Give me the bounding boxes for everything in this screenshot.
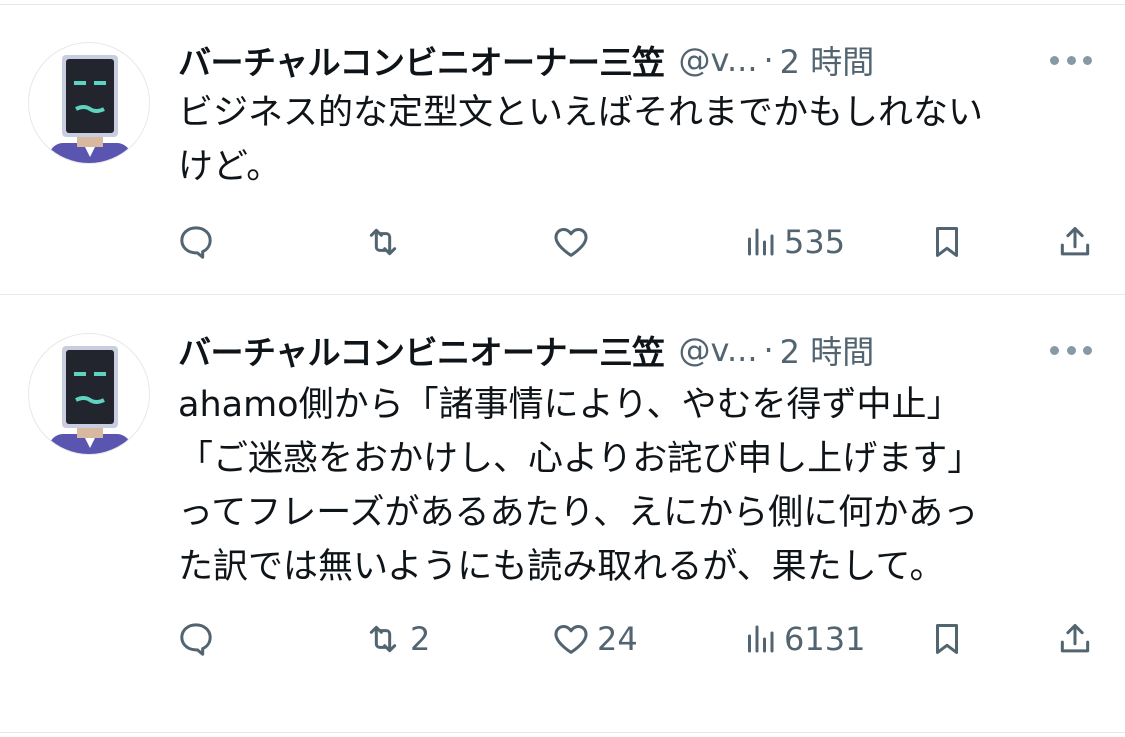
bookmark-button[interactable] xyxy=(928,615,966,663)
avatar-robot-icon xyxy=(49,346,131,454)
share-icon xyxy=(1060,227,1090,256)
bookmark-icon xyxy=(935,624,959,654)
author-handle[interactable]: @v... xyxy=(679,41,758,79)
tweet-text-line: ビジネス的な定型文といえばそれまでかもしれない xyxy=(178,93,984,133)
heart-icon xyxy=(554,625,588,654)
tweet-text-line: ahamo側から「諸事情により、やむを得ず中止」 xyxy=(178,385,962,425)
tweet-header: バーチャルコンビニオーナー三笠 @v... · 2 時間 xyxy=(178,328,874,372)
tweet-text-line: けど。 xyxy=(178,147,282,187)
tweet-text: ahamo側から「諸事情により、やむを得ず中止」 「ご迷惑をおかけし、心よりお詫… xyxy=(178,378,1098,594)
reply-icon xyxy=(180,623,212,656)
reply-button[interactable] xyxy=(176,218,222,266)
reply-icon xyxy=(180,226,212,259)
timestamp[interactable]: 2 時間 xyxy=(780,327,875,373)
repost-icon xyxy=(369,228,397,256)
avatar-robot-icon xyxy=(49,55,131,163)
avatar[interactable] xyxy=(28,333,150,455)
reply-button[interactable] xyxy=(176,615,222,663)
timestamp[interactable]: 2 時間 xyxy=(780,37,875,83)
views-count: 535 xyxy=(784,223,846,261)
share-button[interactable] xyxy=(1056,218,1094,266)
tweet-text-line: 「ご迷惑をおかけし、心よりお詫び申し上げます」 xyxy=(178,439,983,479)
tweet-2[interactable]: バーチャルコンビニオーナー三笠 @v... · 2 時間 ahamo側から「諸事… xyxy=(0,295,1125,737)
repost-icon xyxy=(369,625,397,653)
tweet-text-line: ってフレーズがあるあたり、えにから側に何かあっ xyxy=(178,493,979,533)
separator-dot: · xyxy=(763,331,774,369)
author-name[interactable]: バーチャルコンビニオーナー三笠 xyxy=(178,326,665,374)
views-count: 6131 xyxy=(784,620,866,658)
separator-dot: · xyxy=(763,41,774,79)
like-button[interactable] xyxy=(551,218,597,266)
share-icon xyxy=(1060,624,1090,653)
tweet-text-line: た訳では無いようにも読み取れるが、果たして。 xyxy=(178,547,945,587)
bookmark-button[interactable] xyxy=(928,218,966,266)
action-bar: 535 xyxy=(0,218,1125,266)
tweet-1[interactable]: バーチャルコンビニオーナー三笠 @v... · 2 時間 ビジネス的な定型文とい… xyxy=(0,0,1125,295)
repost-count: 2 xyxy=(410,620,431,658)
views-button[interactable]: 6131 xyxy=(742,615,865,663)
bottom-divider xyxy=(0,732,1125,733)
repost-button[interactable]: 2 xyxy=(362,615,430,663)
more-options-icon[interactable] xyxy=(1050,340,1092,360)
repost-button[interactable] xyxy=(362,218,410,266)
tweet-header: バーチャルコンビニオーナー三笠 @v... · 2 時間 xyxy=(178,38,874,82)
views-chart-icon xyxy=(748,625,774,653)
author-name[interactable]: バーチャルコンビニオーナー三笠 xyxy=(178,36,665,84)
heart-icon xyxy=(554,228,588,257)
tweet-text: ビジネス的な定型文といえばそれまでかもしれない けど。 xyxy=(178,86,1098,194)
more-options-icon[interactable] xyxy=(1050,50,1092,70)
author-handle[interactable]: @v... xyxy=(679,331,758,369)
avatar[interactable] xyxy=(28,42,150,164)
like-button[interactable]: 24 xyxy=(551,615,638,663)
views-chart-icon xyxy=(748,228,774,256)
share-button[interactable] xyxy=(1056,615,1094,663)
like-count: 24 xyxy=(597,620,638,658)
action-bar: 2 24 6131 xyxy=(0,615,1125,663)
views-button[interactable]: 535 xyxy=(742,218,845,266)
bookmark-icon xyxy=(935,227,959,257)
